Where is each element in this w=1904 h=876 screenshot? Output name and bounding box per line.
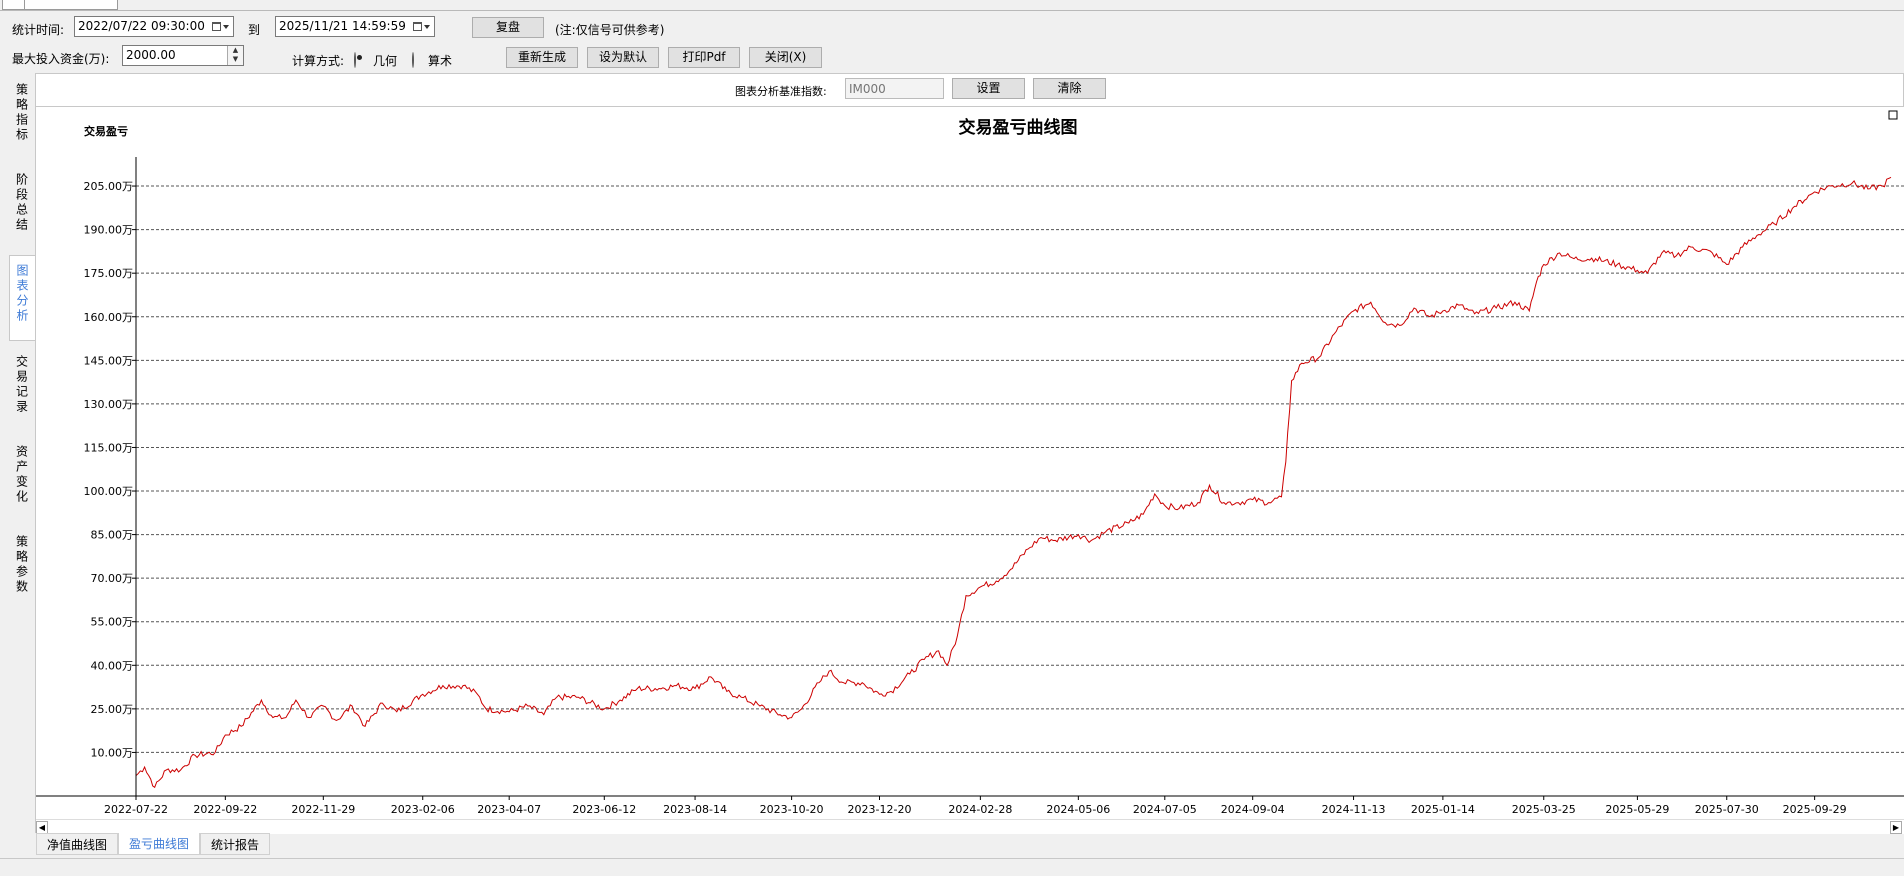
y-tick-label: 190.00万 (84, 224, 134, 237)
benchmark-index-input[interactable] (845, 78, 944, 99)
replay-button[interactable]: 复盘 (472, 17, 544, 38)
x-tick-label: 2025-05-29 (1605, 803, 1669, 816)
end-datetime-value: 2025/11/21 14:59:59 (279, 19, 406, 33)
x-tick-label: 2025-09-29 (1783, 803, 1847, 816)
benchmark-clear-button[interactable]: 清除 (1033, 78, 1106, 99)
tab-pnl-chart[interactable]: 盈亏曲线图 (118, 833, 200, 855)
chart-expand-icon[interactable] (1888, 110, 1898, 120)
radio-arithmetic-label: 算术 (428, 54, 453, 68)
y-tick-label: 25.00万 (91, 703, 134, 716)
chart-horizontal-scrollbar[interactable]: ◀ ▶ (36, 819, 1904, 834)
x-tick-label: 2025-07-30 (1695, 803, 1759, 816)
chart-area: 交易盈亏曲线图 交易盈亏 10.00万 25.00万 40.00万 55.00万 70.… (36, 106, 1904, 821)
chart-y-axis-label: 交易盈亏 (84, 124, 128, 138)
y-tick-label: 145.00万 (84, 354, 134, 367)
y-tick-label: 70.00万 (91, 572, 134, 585)
y-tick-label: 205.00万 (84, 180, 134, 193)
x-tick-label: 2023-04-07 (477, 803, 541, 816)
sidebar-tabs: 策略指标 阶段总结 图表分析 交易记录 资产变化 策略参数 (9, 73, 35, 873)
spinner-arrows-icon[interactable]: ▲ ▼ (227, 46, 243, 65)
x-tick-label: 2023-02-06 (391, 803, 455, 816)
y-tick-label: 115.00万 (84, 441, 134, 454)
x-tick-label: 2023-08-14 (663, 803, 727, 816)
x-tick-label: 2024-11-13 (1322, 803, 1386, 816)
start-datetime-picker[interactable]: 2022/07/22 09:30:00 (74, 16, 234, 37)
x-tick-label: 2024-07-05 (1133, 803, 1197, 816)
x-tick-label: 2022-09-22 (193, 803, 257, 816)
calendar-dropdown-icon[interactable] (207, 17, 233, 36)
y-tick-label: 10.00万 (91, 746, 134, 759)
sidebar-item-phase-summary[interactable]: 阶段总结 (9, 173, 35, 243)
x-tick-label: 2023-10-20 (760, 803, 824, 816)
chart-title: 交易盈亏曲线图 (959, 117, 1078, 138)
status-bar (0, 858, 1904, 876)
window-tab-active[interactable] (24, 0, 118, 10)
calendar-dropdown-icon[interactable] (408, 17, 434, 36)
print-pdf-button[interactable]: 打印Pdf (668, 47, 740, 68)
set-default-button[interactable]: 设为默认 (587, 47, 659, 68)
to-label: 到 (248, 23, 261, 37)
tab-net-value-chart[interactable]: 净值曲线图 (36, 833, 118, 855)
tab-stat-report[interactable]: 统计报告 (200, 833, 270, 855)
y-tick-label: 85.00万 (91, 529, 134, 542)
note-text: (注:仅信号可供参考) (555, 23, 665, 37)
regenerate-button[interactable]: 重新生成 (506, 47, 578, 68)
sidebar-item-strategy-params[interactable]: 策略参数 (9, 535, 35, 605)
max-capital-input[interactable]: 2000.00 ▲ ▼ (122, 45, 244, 66)
x-tick-label: 2024-02-28 (948, 803, 1012, 816)
max-capital-value: 2000.00 (126, 48, 176, 62)
sidebar-item-trade-records[interactable]: 交易记录 (9, 355, 35, 425)
pnl-series-line (135, 176, 1892, 789)
x-tick-label: 2025-01-14 (1411, 803, 1475, 816)
y-tick-label: 175.00万 (84, 267, 134, 280)
sidebar-item-asset-changes[interactable]: 资产变化 (9, 445, 35, 515)
calc-method-label: 计算方式: (292, 54, 345, 68)
x-tick-label: 2024-09-04 (1221, 803, 1285, 816)
x-tick-label: 2023-06-12 (572, 803, 636, 816)
y-tick-label: 55.00万 (91, 616, 134, 629)
max-capital-label: 最大投入资金(万): (12, 52, 110, 66)
y-tick-label: 100.00万 (84, 485, 134, 498)
pnl-line-chart: 交易盈亏曲线图 交易盈亏 10.00万 25.00万 40.00万 55.00万 70.… (36, 110, 1904, 816)
x-tick-label: 2022-11-29 (291, 803, 355, 816)
x-tick-label: 2024-05-06 (1046, 803, 1110, 816)
end-datetime-picker[interactable]: 2025/11/21 14:59:59 (275, 16, 435, 37)
y-tick-label: 130.00万 (84, 398, 134, 411)
sidebar-item-chart-analysis[interactable]: 图表分析 (9, 255, 35, 341)
radio-geometric[interactable] (354, 52, 356, 68)
start-datetime-value: 2022/07/22 09:30:00 (78, 19, 205, 33)
radio-arithmetic[interactable] (412, 52, 414, 68)
y-tick-label: 40.00万 (91, 659, 134, 672)
sidebar-item-strategy-metrics[interactable]: 策略指标 (9, 83, 35, 153)
x-tick-label: 2022-07-22 (104, 803, 168, 816)
scroll-right-arrow-icon[interactable]: ▶ (1890, 821, 1902, 834)
window-tab-strip (0, 0, 1904, 11)
stat-time-label: 统计时间: (12, 23, 65, 37)
x-tick-label: 2025-03-25 (1512, 803, 1576, 816)
benchmark-label: 图表分析基准指数: (735, 85, 827, 98)
radio-geometric-label: 几何 (373, 54, 398, 68)
x-tick-label: 2023-12-20 (848, 803, 912, 816)
close-button[interactable]: 关闭(X) (749, 47, 822, 68)
benchmark-set-button[interactable]: 设置 (952, 78, 1025, 99)
y-tick-label: 160.00万 (84, 311, 134, 324)
